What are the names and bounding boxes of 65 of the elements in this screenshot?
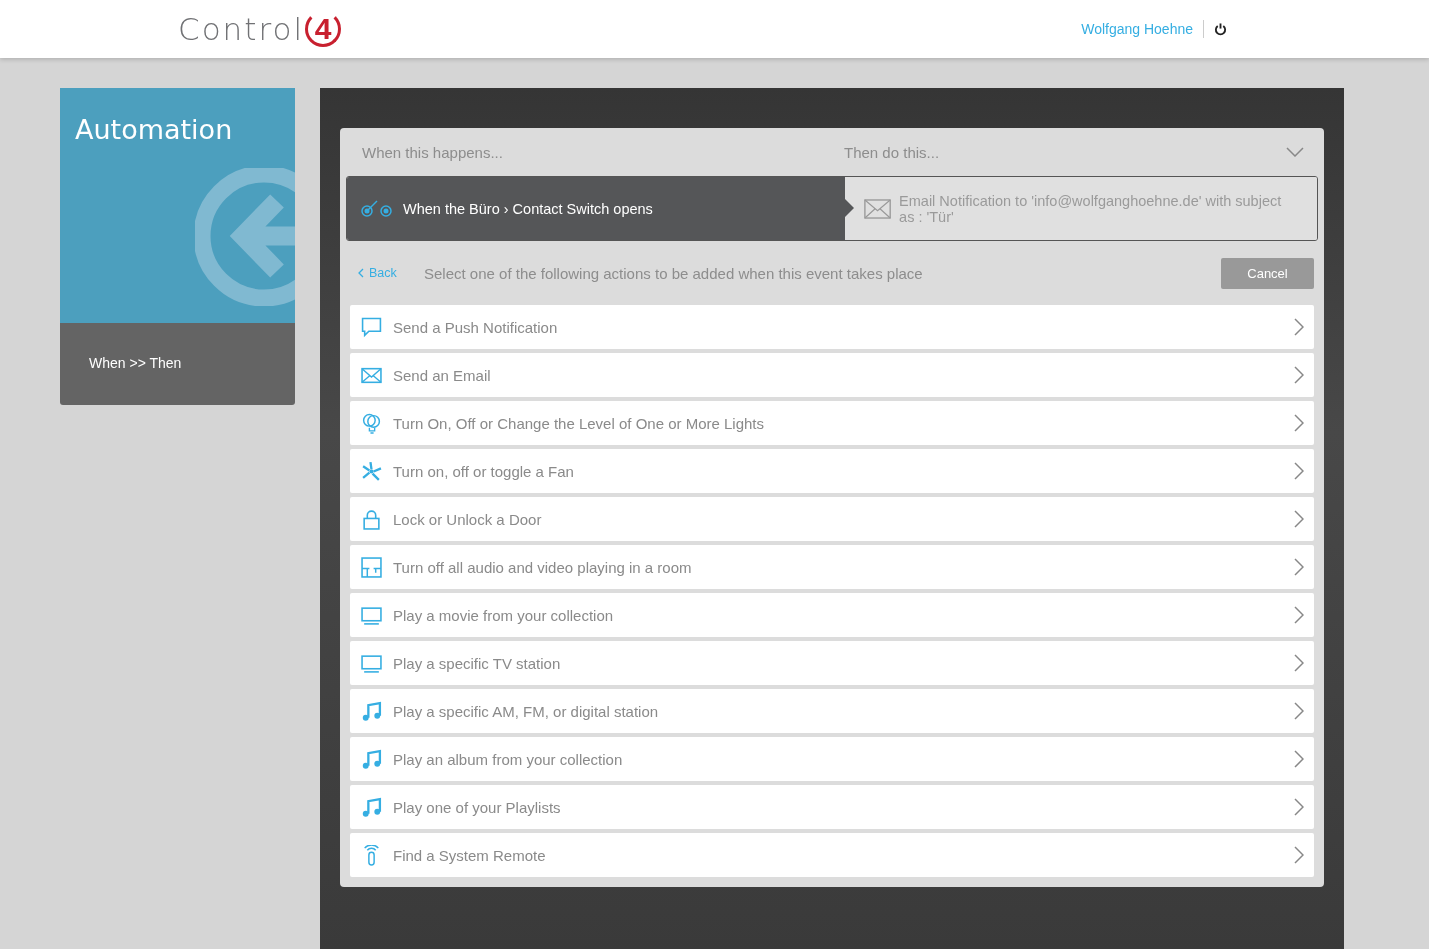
action-list-item[interactable]: Find a System Remote: [350, 833, 1314, 877]
action-label: Play a specific AM, FM, or digital station: [393, 702, 660, 720]
chevron-right-icon: [1294, 798, 1304, 816]
prompt-text: Select one of the following actions to be added when this event takes place: [424, 264, 924, 282]
action-list-item[interactable]: Lock or Unlock a Door: [350, 497, 1314, 541]
action-label: Play an album from your collection: [393, 750, 624, 768]
action-list-item[interactable]: Play a specific TV station: [350, 641, 1314, 685]
padlock-icon: [361, 508, 382, 530]
envelope-icon: [864, 197, 892, 220]
chevron-right-icon: [1294, 846, 1304, 864]
action-label: Find a System Remote: [393, 846, 547, 864]
automation-tile[interactable]: Automation: [60, 88, 295, 323]
chevron-right-icon: [1294, 606, 1304, 624]
light-bulbs-icon: [361, 412, 382, 434]
floor-plan-icon: [361, 556, 382, 578]
action-label: Turn off all audio and video playing in a room: [393, 558, 693, 576]
chevron-right-icon: [1294, 558, 1304, 576]
power-icon[interactable]: [1214, 22, 1227, 36]
cancel-button[interactable]: Cancel: [1221, 257, 1314, 289]
action-list-item[interactable]: Play an album from your collection: [350, 737, 1314, 781]
logo-text: Control: [178, 11, 305, 47]
action-label: Play one of your Playlists: [393, 798, 562, 816]
action-label: Lock or Unlock a Door: [393, 510, 543, 528]
music-note-icon: [361, 700, 382, 722]
when-heading: When this happens...: [362, 143, 504, 161]
chevron-right-icon: [1294, 462, 1304, 480]
action-list-item[interactable]: Send an Email: [350, 353, 1314, 397]
speech-bubble-icon: [361, 316, 382, 338]
chevron-right-icon: [1294, 750, 1304, 768]
tile-subtitle: When >> Then: [89, 355, 182, 371]
action-label: Send an Email: [393, 366, 492, 384]
action-list-item[interactable]: Turn On, Off or Change the Level of One or More Lights: [350, 401, 1314, 445]
chevron-right-icon: [1294, 318, 1304, 336]
trigger-text: When the Büro › Contact Switch opens: [403, 200, 653, 217]
action-list-item[interactable]: Send a Push Notification: [350, 305, 1314, 349]
action-list-item[interactable]: Play a specific AM, FM, or digital station: [350, 689, 1314, 733]
action-list-item[interactable]: Play one of your Playlists: [350, 785, 1314, 829]
action-label: Send a Push Notification: [393, 318, 559, 336]
chevron-right-icon: [1294, 510, 1304, 528]
action-list-item[interactable]: Turn on, off or toggle a Fan: [350, 449, 1314, 493]
chevron-right-icon: [1294, 414, 1304, 432]
action-label: Turn On, Off or Change the Level of One or More Lights: [393, 414, 766, 432]
chevron-left-icon: [358, 268, 364, 278]
monitor-icon: [361, 604, 382, 626]
chevron-right-icon: [1294, 654, 1304, 672]
remote-icon: [361, 844, 382, 866]
back-link[interactable]: Back: [358, 266, 424, 280]
music-note-icon: [361, 748, 382, 770]
fan-icon: [361, 460, 382, 482]
action-label: Turn on, off or toggle a Fan: [393, 462, 575, 480]
tile-title: Automation: [75, 114, 234, 145]
monitor-icon: [361, 652, 382, 674]
action-list-item[interactable]: Play a movie from your collection: [350, 593, 1314, 637]
action-label: Play a movie from your collection: [393, 606, 615, 624]
chevron-right-icon: [1294, 366, 1304, 384]
action-text: Email Notification to 'info@wolfganghoehne.de' with subject as : 'Tür': [899, 192, 1283, 225]
action-list-item[interactable]: Turn off all audio and video playing in a room: [350, 545, 1314, 589]
music-note-icon: [361, 796, 382, 818]
chevron-right-icon: [1294, 702, 1304, 720]
action-label: Play a specific TV station: [393, 654, 562, 672]
action-panel[interactable]: Email Notification to 'info@wolfganghoehne.de' with subject as : 'Tür': [845, 177, 1317, 240]
then-heading: Then do this...: [844, 143, 941, 161]
user-name-link[interactable]: Wolfgang Hoehne: [1081, 21, 1193, 37]
chevron-down-icon[interactable]: [1286, 147, 1304, 157]
contact-switch-icon: [359, 198, 393, 219]
